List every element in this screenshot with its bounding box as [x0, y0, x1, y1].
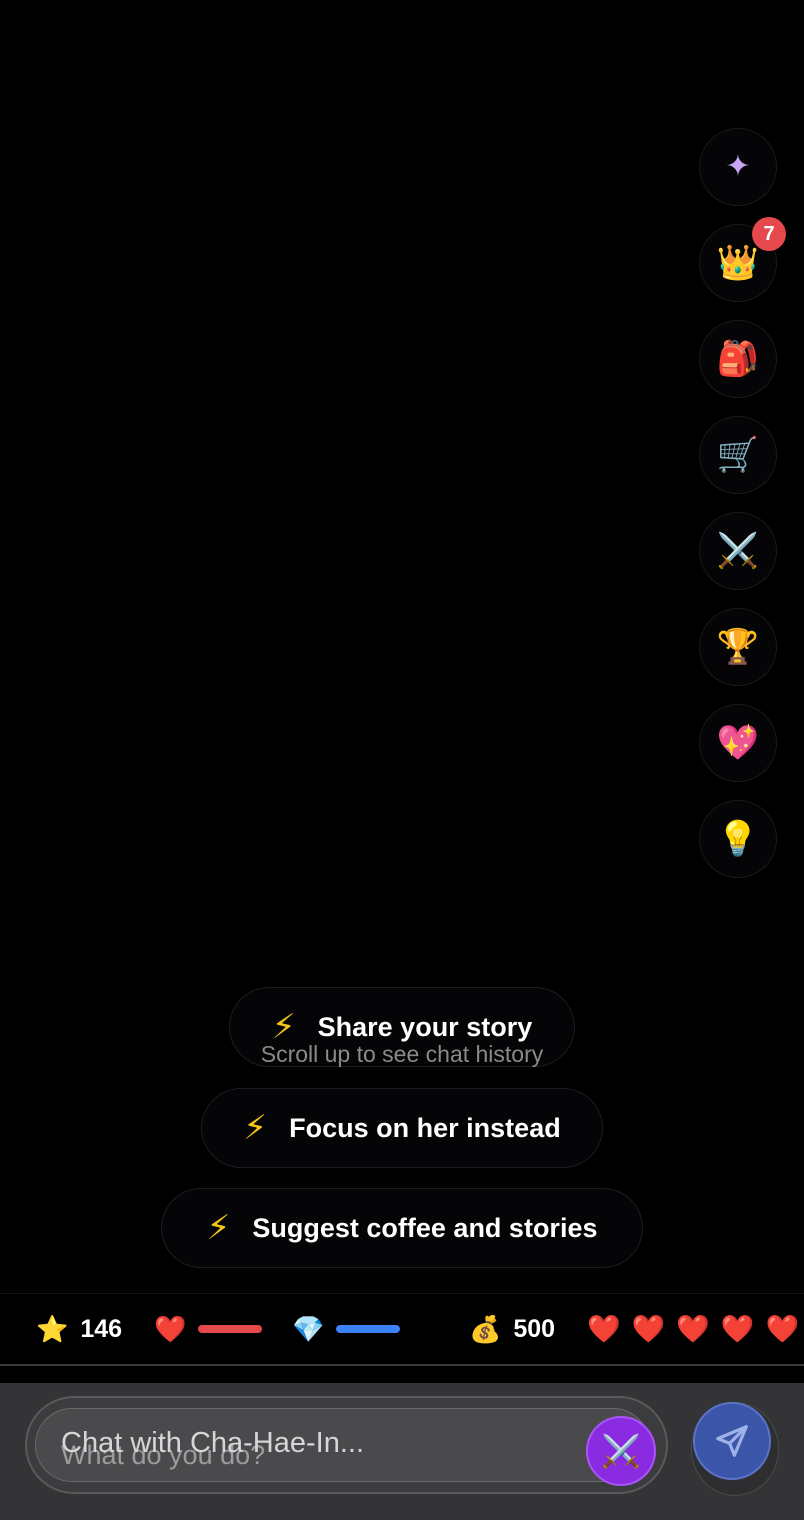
send-button[interactable] — [693, 1402, 771, 1480]
life-heart-icon: ❤️ — [587, 1314, 621, 1344]
action-label: Suggest coffee and stories — [252, 1212, 598, 1243]
chat-input-wrapper[interactable]: What do you do? Chat with Cha-Hae-In... — [25, 1396, 668, 1494]
mana-bar-fill — [336, 1325, 401, 1333]
hints-button[interactable]: 💡 — [699, 800, 777, 878]
action-label: Focus on her instead — [289, 1112, 561, 1143]
composer: What do you do? Chat with Cha-Hae-In... … — [0, 1383, 804, 1520]
money-bag-icon: 💰 — [469, 1314, 502, 1344]
backpack-icon: 🎒 — [716, 340, 760, 378]
sparkle-icon: ✦ — [725, 150, 751, 183]
inventory-button[interactable]: 🎒 — [699, 320, 777, 398]
action-suggest-coffee[interactable]: ⚡ Suggest coffee and stories — [161, 1188, 643, 1268]
achievements-button[interactable]: 🏆 — [699, 608, 777, 686]
trophy-icon: 🏆 — [716, 628, 760, 666]
level-stat: ⭐ 146 — [36, 1294, 122, 1364]
lightning-icon: ⚡ — [206, 1209, 231, 1247]
paper-plane-icon — [716, 1425, 748, 1457]
scroll-hint: Scroll up to see chat history — [260, 1041, 544, 1067]
crossed-swords-icon: ⚔️ — [716, 532, 760, 570]
chat-input-text[interactable]: Chat with Cha-Hae-In... — [61, 1427, 364, 1460]
level-value: 146 — [80, 1314, 123, 1343]
game-chat-screen: ✦ 👑 7 🎒 🛒 ⚔️ 🏆 💖 💡 ⚡ Share your story Sc… — [0, 0, 804, 1520]
mana-stat: 💎 — [292, 1294, 401, 1364]
life-heart-icon: ❤️ — [676, 1314, 710, 1344]
life-heart-icon: ❤️ — [720, 1314, 755, 1344]
life-heart-icon: ❤️ — [765, 1314, 800, 1344]
cart-icon: 🛒 — [716, 436, 760, 474]
combat-mode-button[interactable]: ⚔️ — [586, 1416, 656, 1486]
gold-value: 500 — [513, 1314, 556, 1343]
gem-icon: 💎 — [292, 1314, 325, 1344]
affection-button[interactable]: 💖 — [699, 704, 777, 782]
life-heart-icon: ❤️ — [631, 1314, 666, 1344]
gold-stat: 💰 500 — [469, 1294, 555, 1364]
lightning-icon: ⚡ — [243, 1109, 268, 1147]
sparkle-button[interactable]: ✦ — [699, 128, 777, 206]
lives-stat: ❤️ ❤️ ❤️ ❤️ ❤️ — [576, 1294, 799, 1364]
health-stat: ❤️ — [154, 1294, 263, 1364]
heart-icon: ❤️ — [154, 1314, 187, 1344]
crossed-swords-icon: ⚔️ — [601, 1433, 641, 1469]
stats-bar: ⭐ 146 ❤️ 💎 💰 500 ❤️ ❤️ ❤️ ❤️ ❤️ — [0, 1293, 804, 1366]
action-focus-on-her[interactable]: ⚡ Focus on her instead — [201, 1088, 603, 1168]
crown-button[interactable]: 👑 7 — [699, 217, 786, 302]
health-bar — [198, 1325, 263, 1333]
crown-icon: 👑 — [716, 244, 760, 282]
combat-button[interactable]: ⚔️ — [699, 512, 777, 590]
star-icon: ⭐ — [36, 1314, 69, 1344]
health-bar-fill — [198, 1325, 263, 1333]
lightbulb-icon: 💡 — [716, 820, 760, 858]
sparkling-heart-icon: 💖 — [716, 724, 760, 762]
shop-button[interactable]: 🛒 — [699, 416, 777, 494]
mana-bar — [336, 1325, 401, 1333]
action-label: Share your story — [317, 1011, 533, 1042]
notification-badge: 7 — [752, 217, 786, 251]
